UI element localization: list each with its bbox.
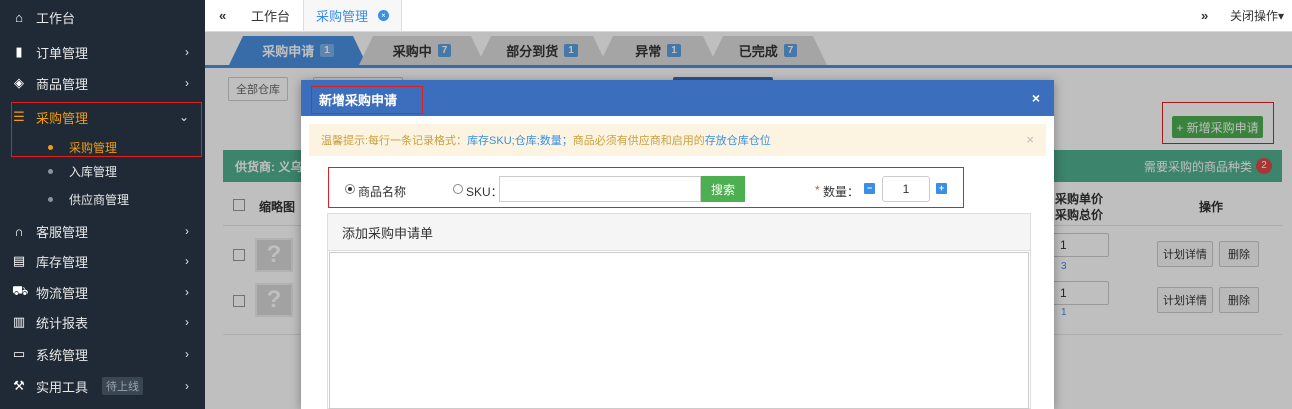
new-purchase-request-modal: 新增采购申请 × 温馨提示:每行一条记录格式： 库存SKU;仓库;数量； 商品必…	[301, 80, 1054, 409]
close-tab-icon[interactable]: ×	[378, 10, 390, 21]
sidebar-item-label: 客服管理	[36, 224, 89, 240]
chevron-right-icon: ›	[185, 285, 189, 299]
sidebar-item-customer-service[interactable]: ∩ 客服管理 ›	[0, 216, 205, 246]
sidebar-item-label: 统计报表	[36, 315, 89, 331]
order-icon: ▮	[15, 44, 23, 59]
sidebar-item-label: 实用工具	[36, 379, 89, 395]
truck-icon: ⛟	[12, 283, 29, 298]
chevron-right-icon: ›	[185, 254, 189, 268]
close-tip-icon[interactable]: ×	[1026, 132, 1034, 147]
close-icon[interactable]: ×	[1032, 90, 1040, 106]
bullet-icon	[48, 196, 53, 202]
sidebar-item-products[interactable]: ◈ 商品管理 ›	[0, 68, 205, 98]
chevron-right-icon: ›	[185, 379, 189, 393]
radio-product-name-label: 商品名称	[358, 185, 407, 199]
tip-format: 库存SKU;仓库;数量；	[467, 135, 573, 147]
sidebar-item-label: 工作台	[36, 10, 76, 26]
tab-label: 采购管理	[316, 9, 369, 24]
sidebar-item-logistics[interactable]: ⛟ 物流管理 ›	[0, 277, 205, 307]
scroll-right-icon[interactable]: »	[1201, 0, 1208, 31]
bullet-icon	[48, 168, 53, 174]
inventory-icon: ▤	[12, 253, 26, 268]
sku-search-input[interactable]	[499, 176, 701, 202]
sidebar-subitem-label: 入库管理	[69, 164, 118, 179]
sidebar: ⌂ 工作台 ▮ 订单管理 › ◈ 商品管理 › ☰ 采购管理 ⌄ 采购管理 入库…	[0, 0, 205, 409]
chevron-right-icon: ›	[185, 315, 189, 329]
sidebar-item-label: 订单管理	[36, 45, 89, 61]
sidebar-item-label: 商品管理	[36, 76, 89, 92]
sidebar-item-label: 物流管理	[36, 285, 89, 301]
chevron-right-icon: ›	[185, 45, 189, 59]
home-icon: ⌂	[15, 9, 23, 25]
tab-purchasing[interactable]: 采购管理 ×	[303, 0, 403, 31]
decrease-quantity-button[interactable]: −	[864, 183, 875, 194]
coming-soon-badge: 待上线	[102, 377, 144, 395]
sidebar-subitem-label: 采购管理	[69, 140, 118, 155]
sidebar-item-workbench[interactable]: ⌂ 工作台	[0, 2, 205, 32]
headset-icon: ∩	[14, 223, 24, 239]
sidebar-item-label: 采购管理	[36, 110, 89, 126]
bullet-icon	[48, 144, 53, 150]
close-operations-dropdown[interactable]: 关闭操作▾	[1230, 0, 1284, 31]
modal-header: 新增采购申请 ×	[301, 80, 1054, 116]
quantity-input[interactable]: 1	[882, 176, 930, 202]
quantity-label: 数量：	[823, 185, 860, 199]
sidebar-item-tools[interactable]: ⚒ 实用工具 待上线 ›	[0, 371, 205, 401]
sidebar-item-label: 系统管理	[36, 347, 89, 363]
tab-workbench[interactable]: 工作台	[251, 0, 290, 31]
required-mark: *	[815, 183, 820, 197]
sidebar-subitem-purchase-management[interactable]: 采购管理	[0, 136, 205, 158]
sidebar-subitem-inbound[interactable]: 入库管理	[0, 160, 205, 182]
increase-quantity-button[interactable]: +	[936, 183, 947, 194]
sidebar-item-label: 库存管理	[36, 254, 89, 270]
cart-icon: ☰	[13, 109, 25, 124]
tip-prefix: 温馨提示:每行一条记录格式：	[321, 135, 468, 147]
cube-icon: ◈	[14, 75, 24, 90]
top-tab-bar: « 工作台 采购管理 × » 关闭操作▾	[205, 0, 1292, 32]
search-button[interactable]: 搜索	[701, 176, 745, 202]
sidebar-item-system[interactable]: ▭ 系统管理 ›	[0, 339, 205, 369]
chevron-right-icon: ›	[185, 224, 189, 238]
sidebar-subitem-label: 供应商管理	[69, 192, 130, 207]
modal-title: 新增采购申请	[319, 93, 398, 108]
wrench-icon: ⚒	[13, 378, 25, 393]
request-textarea[interactable]	[329, 252, 1029, 409]
sidebar-item-inventory[interactable]: ▤ 库存管理 ›	[0, 246, 205, 276]
panel-title: 添加采购申请单	[328, 214, 1030, 251]
chevron-down-icon: ⌄	[178, 110, 189, 124]
radio-product-name[interactable]	[345, 184, 355, 194]
report-icon: ▥	[12, 314, 26, 329]
tip-middle: 商品必须有供应商和启用的	[572, 135, 705, 147]
tip-alert: 温馨提示:每行一条记录格式： 库存SKU;仓库;数量； 商品必须有供应商和启用的…	[309, 124, 1046, 156]
radio-sku-label: SKU：	[466, 185, 503, 199]
sidebar-item-purchasing[interactable]: ☰ 采购管理 ⌄	[0, 102, 205, 132]
chevron-right-icon: ›	[185, 76, 189, 90]
chevron-right-icon: ›	[185, 347, 189, 361]
tip-suffix: 存放仓库仓位	[704, 135, 771, 147]
sidebar-subitem-suppliers[interactable]: 供应商管理	[0, 188, 205, 210]
sidebar-item-reports[interactable]: ▥ 统计报表 ›	[0, 307, 205, 337]
sidebar-item-orders[interactable]: ▮ 订单管理 ›	[0, 37, 205, 67]
radio-sku[interactable]	[453, 184, 463, 194]
add-request-panel: 添加采购申请单	[327, 213, 1031, 409]
monitor-icon: ▭	[12, 346, 26, 361]
scroll-left-icon[interactable]: «	[219, 0, 226, 31]
